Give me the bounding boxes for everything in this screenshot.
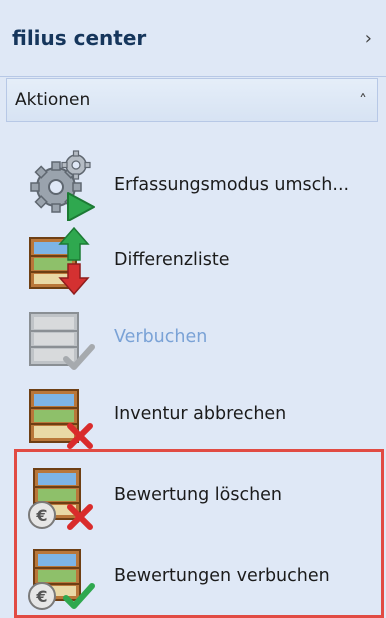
action-label: Differenzliste	[114, 250, 230, 270]
action-label: Erfassungsmodus umsch...	[114, 175, 350, 195]
action-erfassungsmodus[interactable]: Erfassungsmodus umsch...	[0, 145, 386, 225]
action-bewertung-loeschen[interactable]: € Bewertung löschen	[0, 455, 386, 535]
header-divider	[0, 76, 386, 77]
action-differenzliste[interactable]: Differenzliste	[0, 220, 386, 300]
shelf-check-icon	[24, 301, 96, 373]
chevron-up-icon[interactable]: ˄	[359, 91, 367, 110]
svg-text:€: €	[35, 506, 47, 525]
panel-title: filius center	[12, 26, 147, 50]
gears-play-icon	[24, 149, 96, 221]
shelf-up-down-arrows-icon	[24, 224, 96, 296]
action-bewertungen-verbuchen[interactable]: € Bewertungen verbuchen	[0, 536, 386, 616]
shelf-cancel-icon	[24, 378, 96, 450]
filius-center-panel: filius center › Aktionen ˄ Erfassungsmod…	[0, 0, 386, 618]
action-label: Bewertungen verbuchen	[114, 566, 330, 586]
group-header-aktionen[interactable]: Aktionen ˄	[6, 78, 378, 122]
action-inventur-abbrechen[interactable]: Inventur abbrechen	[0, 374, 386, 454]
panel-header[interactable]: filius center ›	[0, 0, 386, 76]
action-verbuchen[interactable]: Verbuchen	[0, 297, 386, 377]
shelf-euro-check-icon: €	[24, 540, 96, 612]
shelf-euro-cancel-icon: €	[24, 459, 96, 531]
chevron-right-icon[interactable]: ›	[365, 28, 372, 49]
action-label: Verbuchen	[114, 327, 208, 347]
action-label: Bewertung löschen	[114, 485, 283, 505]
svg-text:€: €	[35, 587, 47, 606]
group-title: Aktionen	[15, 90, 91, 110]
action-label: Inventur abbrechen	[114, 404, 287, 424]
